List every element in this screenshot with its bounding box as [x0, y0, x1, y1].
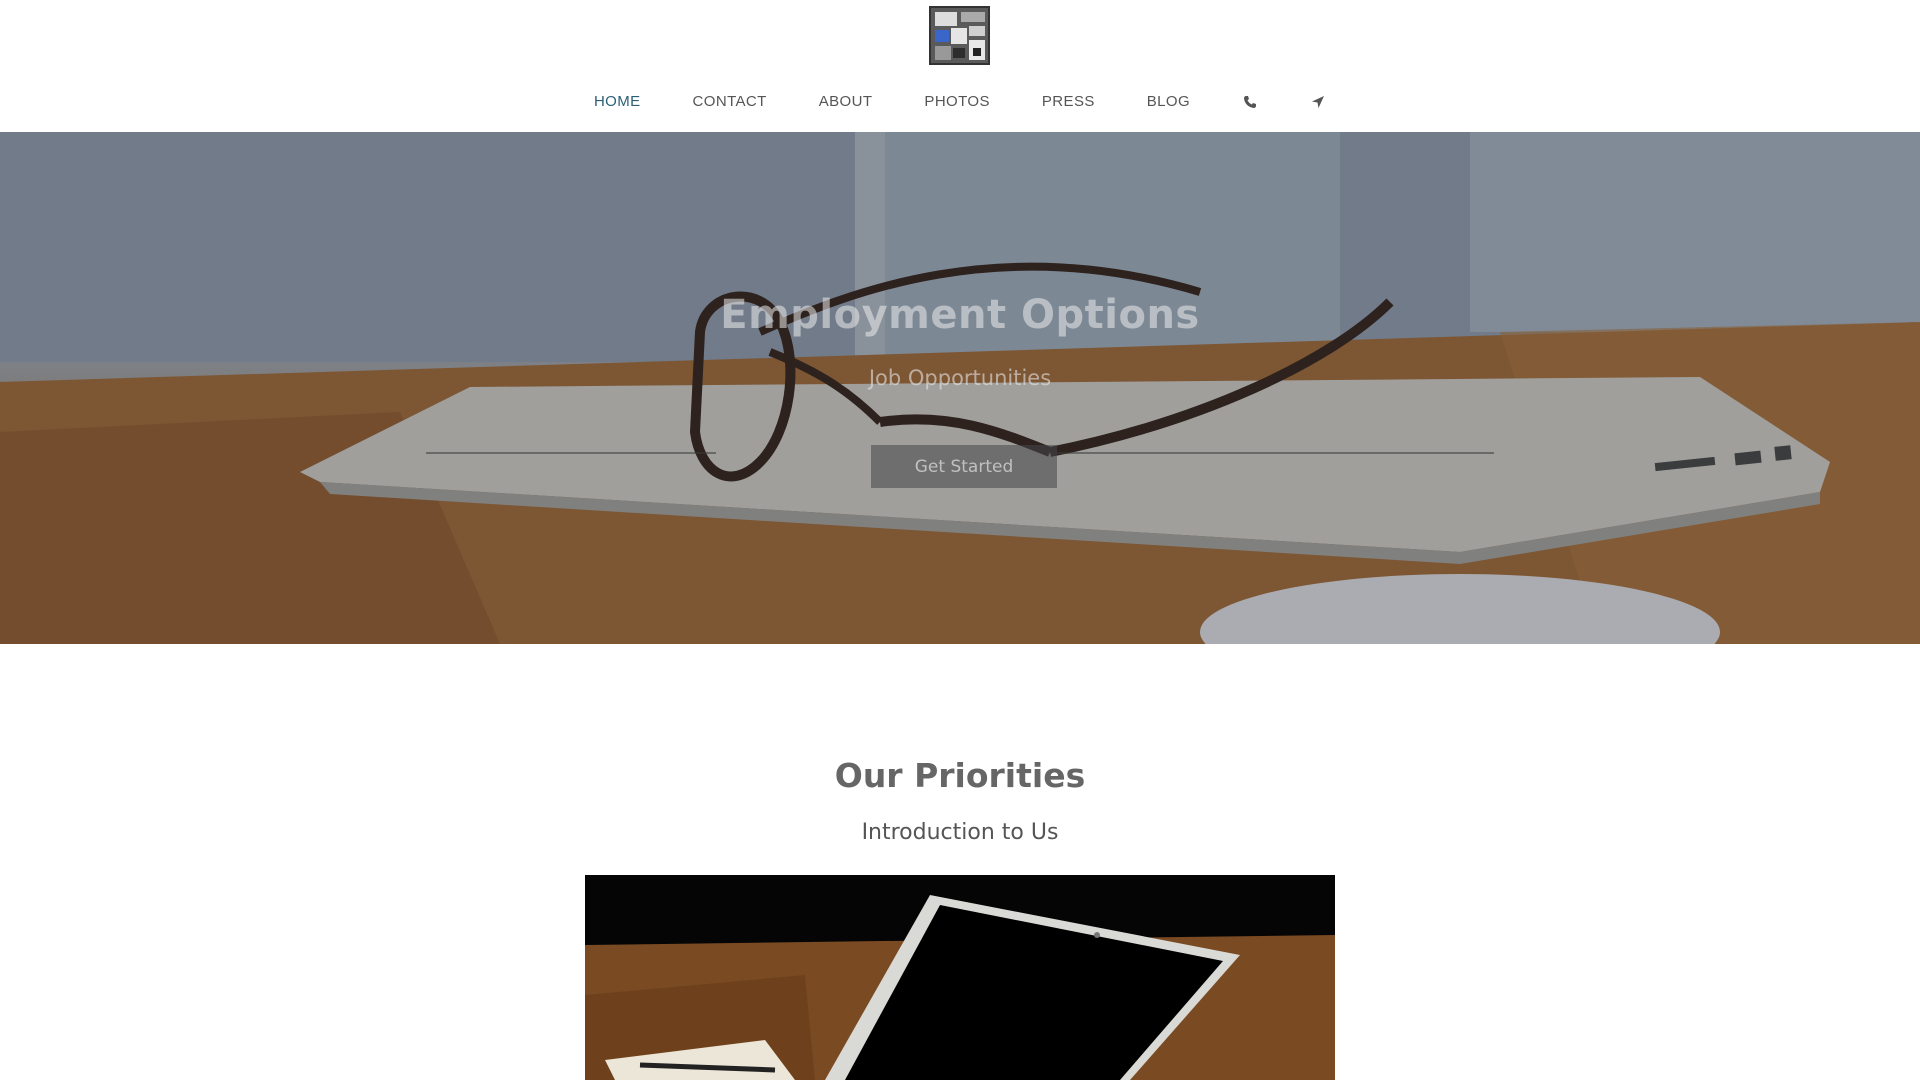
hero-divider-left	[426, 452, 716, 454]
priorities-image	[585, 875, 1335, 1080]
nav-item-home[interactable]: HOME	[568, 93, 667, 110]
site-header: HOME CONTACT ABOUT PHOTOS PRESS BLOG	[0, 0, 1920, 132]
nav-item-contact[interactable]: CONTACT	[667, 93, 793, 110]
priorities-title: Our Priorities	[834, 756, 1086, 795]
laptop-on-desk-image	[585, 875, 1335, 1080]
site-logo[interactable]	[929, 6, 990, 65]
nav-item-photos[interactable]: PHOTOS	[898, 93, 1015, 110]
priorities-subtitle: Introduction to Us	[861, 820, 1059, 845]
main-nav: HOME CONTACT ABOUT PHOTOS PRESS BLOG	[0, 88, 1920, 114]
hero-title: Employment Options	[720, 292, 1200, 338]
phone-icon	[1244, 95, 1257, 108]
location-arrow-icon	[1312, 95, 1325, 108]
hero-subtitle: Job Opportunities	[868, 366, 1052, 390]
nav-item-about[interactable]: ABOUT	[793, 93, 899, 110]
hero-divider-right	[1057, 452, 1494, 454]
nav-item-blog[interactable]: BLOG	[1121, 93, 1216, 110]
hero-banner: Employment Options Job Opportunities Get…	[0, 132, 1920, 644]
get-started-button[interactable]: Get Started	[871, 445, 1057, 488]
nav-item-location[interactable]	[1284, 92, 1352, 109]
nav-item-press[interactable]: PRESS	[1016, 93, 1121, 110]
nav-item-phone[interactable]	[1216, 92, 1284, 109]
